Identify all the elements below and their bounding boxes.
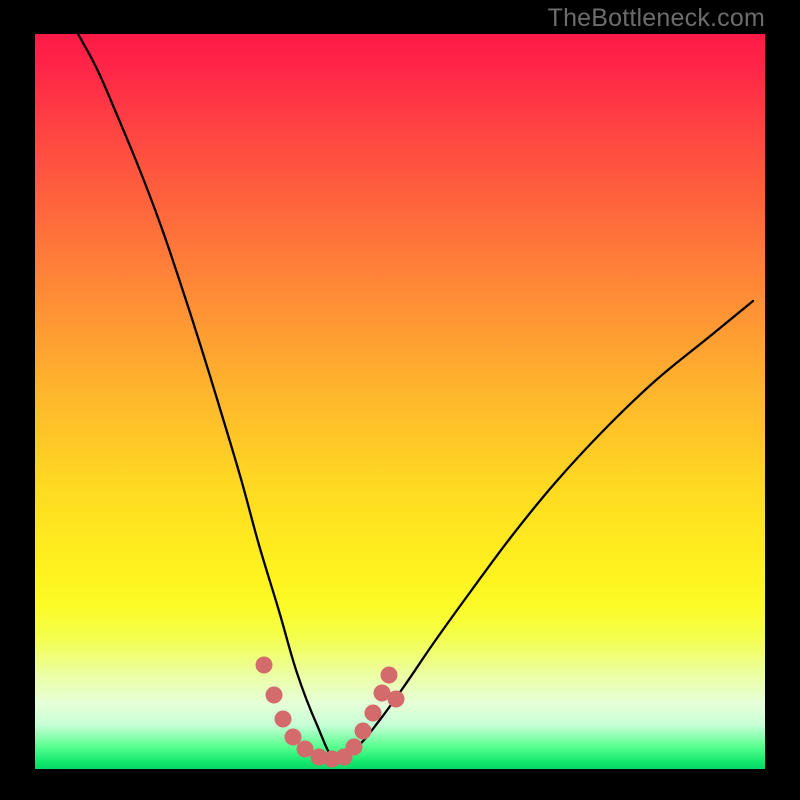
highlight-dot bbox=[256, 657, 273, 674]
highlight-dot bbox=[266, 687, 283, 704]
highlight-dot bbox=[388, 691, 405, 708]
watermark-text: TheBottleneck.com bbox=[548, 4, 765, 33]
highlight-dot bbox=[346, 739, 363, 756]
curve-layer bbox=[0, 0, 800, 800]
highlight-dot bbox=[355, 723, 372, 740]
highlight-dot bbox=[365, 705, 382, 722]
highlight-dot bbox=[381, 667, 398, 684]
highlight-dot bbox=[285, 729, 302, 746]
chart-frame: TheBottleneck.com bbox=[0, 0, 800, 800]
bottleneck-curve bbox=[78, 34, 753, 760]
highlight-dot bbox=[275, 711, 292, 728]
